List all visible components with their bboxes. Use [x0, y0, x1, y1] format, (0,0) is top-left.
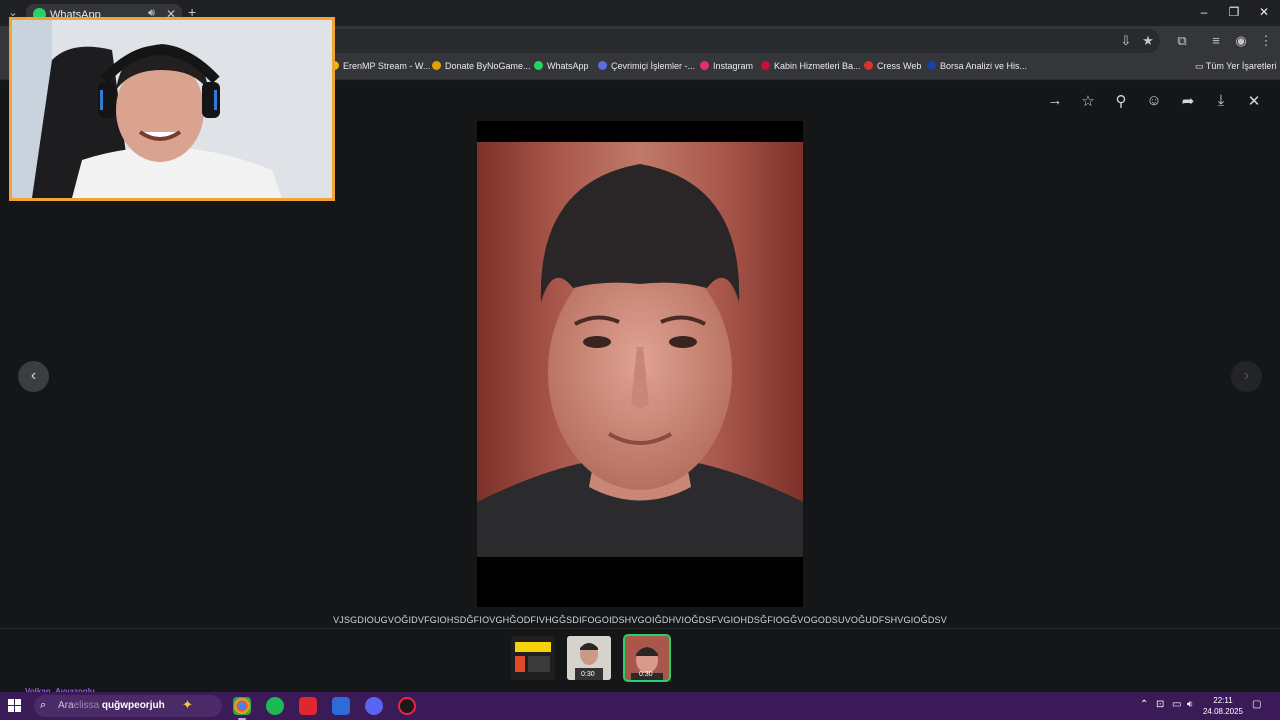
- download-icon[interactable]: ⤓: [1210, 92, 1232, 110]
- bookmark-favicon-icon: [864, 61, 873, 70]
- media-caption: VJSGDIOUGVOĞIDVFGIOHSDĞFIOVGHĞODFIVHGĞSD…: [333, 615, 947, 625]
- volume-icon[interactable]: 🔉︎: [1187, 699, 1193, 710]
- thumbnail-divider: [0, 628, 1280, 629]
- search-icon: ⌕: [40, 699, 47, 711]
- clock-time: 22:11: [1213, 696, 1233, 705]
- portrait-illustration: [477, 142, 803, 557]
- portrait-photo: [477, 142, 803, 557]
- media-photo-frame: [477, 121, 803, 607]
- folder-icon: ▭: [1195, 61, 1206, 71]
- profile-avatar-icon[interactable]: ◉: [1232, 33, 1250, 49]
- taskbar-search-box[interactable]: ⌕ Araelissa quğwpeorjuh ✦: [34, 695, 222, 717]
- bookmark-item[interactable]: Çevrimiçi İşlemler -...: [598, 61, 695, 71]
- spotify-taskbar-icon[interactable]: [266, 697, 284, 715]
- install-app-icon[interactable]: ⇩: [1117, 33, 1135, 49]
- close-icon[interactable]: ✕: [1243, 92, 1265, 110]
- browser-menu-icon[interactable]: ⋮: [1257, 33, 1275, 49]
- webcam-overlay: [9, 17, 335, 201]
- discord-taskbar-icon[interactable]: [365, 697, 383, 715]
- pin-icon[interactable]: ⚲: [1110, 92, 1132, 110]
- bookmark-item[interactable]: Donate ByNoGame...: [432, 61, 531, 71]
- bookmark-item[interactable]: WhatsApp: [534, 61, 589, 71]
- bookmark-item[interactable]: Borsa Analizi ve His...: [927, 61, 1027, 71]
- video-duration: 0:30: [581, 671, 595, 678]
- window-close-button[interactable]: ✕: [1254, 5, 1274, 19]
- previous-media-button[interactable]: ‹: [18, 361, 49, 392]
- whatsapp-favicon-icon: [534, 61, 543, 70]
- search-text: Araelissa quğwpeorjuh: [58, 700, 165, 711]
- bookmark-favicon-icon: [927, 61, 936, 70]
- instagram-favicon-icon: [700, 61, 709, 70]
- bookmark-item[interactable]: Instagram: [700, 61, 753, 71]
- minimize-button[interactable]: –: [1194, 5, 1214, 19]
- sparkle-icon: ✦: [182, 697, 193, 712]
- app-taskbar-icon[interactable]: [332, 697, 350, 715]
- taskbar-clock[interactable]: 22:11 24.08.2025: [1200, 695, 1246, 717]
- bookmark-favicon-icon: [761, 61, 770, 70]
- star-icon[interactable]: ☆: [1077, 92, 1099, 110]
- windows-start-icon[interactable]: [8, 699, 22, 713]
- go-to-message-icon[interactable]: →: [1044, 92, 1066, 110]
- amd-software-taskbar-icon[interactable]: [299, 697, 317, 715]
- video-duration: 0:30: [639, 671, 653, 678]
- bookmark-star-icon[interactable]: ★: [1139, 33, 1157, 49]
- media-controls-icon[interactable]: ≡: [1207, 33, 1225, 48]
- extensions-icon[interactable]: ⧉: [1173, 33, 1191, 49]
- notifications-icon[interactable]: ▢: [1252, 699, 1261, 710]
- bookmark-favicon-icon: [432, 61, 441, 70]
- media-thumbnail-active[interactable]: 0:30: [623, 634, 671, 682]
- tray-app-icon[interactable]: ⊡: [1156, 699, 1164, 710]
- restore-button[interactable]: ❐: [1224, 5, 1244, 19]
- address-bar[interactable]: [210, 29, 1160, 53]
- bookmark-item[interactable]: Cress Web: [864, 61, 921, 71]
- recorder-taskbar-icon[interactable]: [398, 697, 416, 715]
- thumbnail-image: [511, 636, 555, 680]
- react-emoji-icon[interactable]: ☺: [1143, 92, 1165, 110]
- bookmark-item[interactable]: ErenMP Stream - W...: [330, 61, 430, 71]
- taskbar: ⌕ Araelissa quğwpeorjuh ✦ ⌃ ⊡ ▭ 🔉︎ 22:11…: [0, 692, 1280, 720]
- chrome-taskbar-icon[interactable]: [233, 697, 251, 720]
- all-bookmarks-folder[interactable]: ▭ Tüm Yer İşaretleri: [1195, 61, 1276, 72]
- webcam-feed: [12, 20, 332, 198]
- next-media-button[interactable]: ›: [1231, 361, 1262, 392]
- show-hidden-icons[interactable]: ⌃: [1140, 699, 1148, 710]
- clock-date: 24.08.2025: [1202, 707, 1244, 716]
- bookmark-item[interactable]: Kabin Hizmetleri Ba...: [761, 61, 861, 71]
- forward-icon[interactable]: ➦: [1177, 92, 1199, 110]
- bookmark-favicon-icon: [598, 61, 607, 70]
- media-thumbnail[interactable]: [511, 636, 555, 680]
- media-thumbnail[interactable]: 0:30: [567, 636, 611, 680]
- network-icon[interactable]: ▭: [1172, 699, 1181, 710]
